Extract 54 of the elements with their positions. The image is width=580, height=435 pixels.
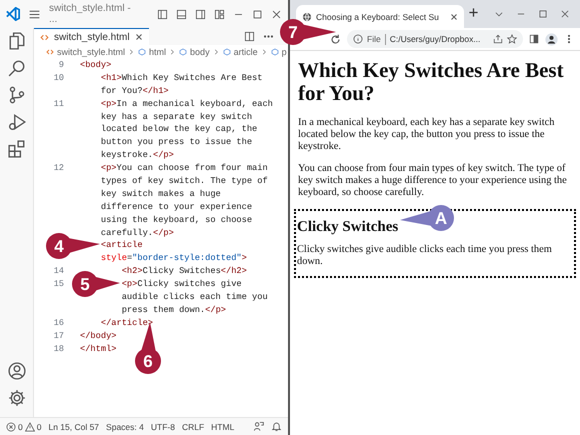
code-line: <article [100,239,143,252]
editor-tab[interactable]: switch_style.html [34,28,149,45]
code-line: </body> [80,330,116,343]
cursor-position[interactable]: Ln 15, Col 57 [48,422,100,432]
line-number: 11 [52,98,65,111]
line-number: 9 [58,59,65,72]
code-line: difference to your experience [100,200,252,214]
code-line: carefully.</p> [100,226,174,240]
code-line: <p>In a mechanical keyboard, each [100,98,273,111]
code-line: </html> [80,342,116,356]
code-line: located below the key cap, the [100,123,258,136]
code-line: <body> [80,59,112,72]
line-number: 17 [52,330,65,343]
warning-count[interactable]: 0 [36,422,42,432]
code-line: <p>Clicky switches give [122,278,242,292]
code-line: <h1>Which Key Switches Are Best [100,72,262,85]
window-title: switch_style.html - ... [49,3,132,25]
paragraph: Clicky switches give audible clicks each time you press them down. [297,244,553,268]
error-count[interactable]: 0 [18,422,23,432]
line-number: 14 [52,265,65,278]
line-number: 18 [52,342,65,356]
code-line: key has a separate key switch [100,110,252,124]
code-line: </article> [100,316,153,330]
address-bar[interactable]: File C:/Users/guy/Dropbox... [347,30,523,48]
code-line: button you press to issue the [100,136,252,150]
code-line: keystroke.</p> [100,149,174,162]
line-ending[interactable]: CRLF [182,422,204,432]
breadcrumb-item[interactable]: p [282,46,287,56]
code-line: <p>You can choose from four main [100,162,268,176]
code-line: for You?</h1> [100,84,169,98]
breadcrumb-item[interactable]: body [190,46,210,56]
browser-tab[interactable]: Choosing a Keyboard: Select Su [296,5,464,28]
code-line: press them down.</p> [122,304,226,317]
code-line: audible clicks each time you [122,291,268,304]
page-heading: Which Key Switches Are Best for You? [298,59,565,105]
section-heading: Clicky Switches [297,219,400,236]
language-mode[interactable]: HTML [211,422,234,432]
code-line: style="border-style:dotted"> [100,252,247,266]
line-number: 16 [52,316,65,330]
paragraph: You can choose from four main types of key switch. The type of key switch makes a huge difference to your experience using the keyboard, so choose carefully. [298,163,568,199]
paragraph: In a mechanical keyboard, each key has a separate key switch located below the key cap, the button you press to issue the keystroke. [298,117,556,153]
line-number: 10 [52,72,65,85]
code-line: <h2>Clicky Switches</h2> [122,265,247,278]
breadcrumb-item[interactable]: switch_style.html [57,46,126,56]
breadcrumb-item[interactable]: article [234,46,258,56]
code-line: using the keyboard, so choose [100,214,252,227]
line-number: 12 [52,162,65,176]
tab-title: Choosing a Keyboard: Select Su [316,12,440,22]
line-number: 15 [52,278,65,292]
code-line: key switch makes a huge [100,188,221,201]
encoding[interactable]: UTF-8 [150,422,175,432]
indentation[interactable]: Spaces: 4 [106,422,144,432]
code-line: types of key switch. The type of [100,175,268,188]
breadcrumb-item[interactable]: html [149,46,166,56]
